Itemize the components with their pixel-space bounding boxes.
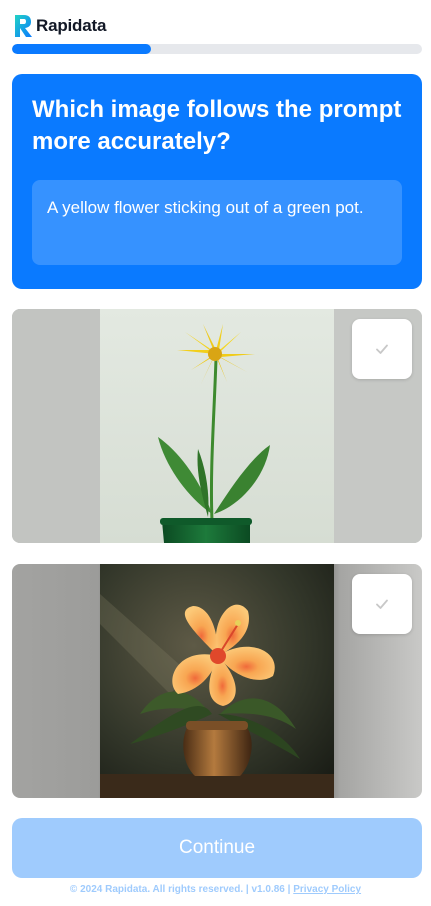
progress-fill — [12, 44, 152, 54]
app-header: Rapidata — [12, 12, 106, 40]
rapidata-logo-icon — [15, 15, 32, 37]
select-option-2-button[interactable] — [352, 574, 412, 634]
prompt-text: A yellow flower sticking out of a green … — [32, 180, 402, 265]
question-card: Which image follows the prompt more accu… — [12, 74, 422, 289]
privacy-policy-link[interactable]: Privacy Policy — [293, 884, 361, 895]
version-text: v1.0.86 — [251, 884, 285, 895]
brand-name: Rapidata — [36, 16, 107, 35]
footer-separator: | — [245, 884, 249, 895]
image-backdrop-left — [12, 309, 100, 543]
footer-separator: | — [287, 884, 291, 895]
footer: © 2024 Rapidata. All rights reserved. | … — [0, 884, 431, 895]
continue-button[interactable]: Continue — [12, 818, 422, 878]
progress-bar — [12, 44, 422, 54]
check-icon — [376, 599, 388, 609]
yellow-flower-green-pot-image — [100, 309, 334, 543]
check-icon — [376, 344, 388, 354]
image-option-1[interactable] — [12, 309, 422, 543]
image-option-2[interactable] — [12, 564, 422, 798]
select-option-1-button[interactable] — [352, 319, 412, 379]
orange-hibiscus-clay-pot-image — [100, 564, 334, 798]
question-title: Which image follows the prompt more accu… — [32, 96, 402, 155]
copyright-text: © 2024 Rapidata. All rights reserved. — [69, 884, 244, 895]
